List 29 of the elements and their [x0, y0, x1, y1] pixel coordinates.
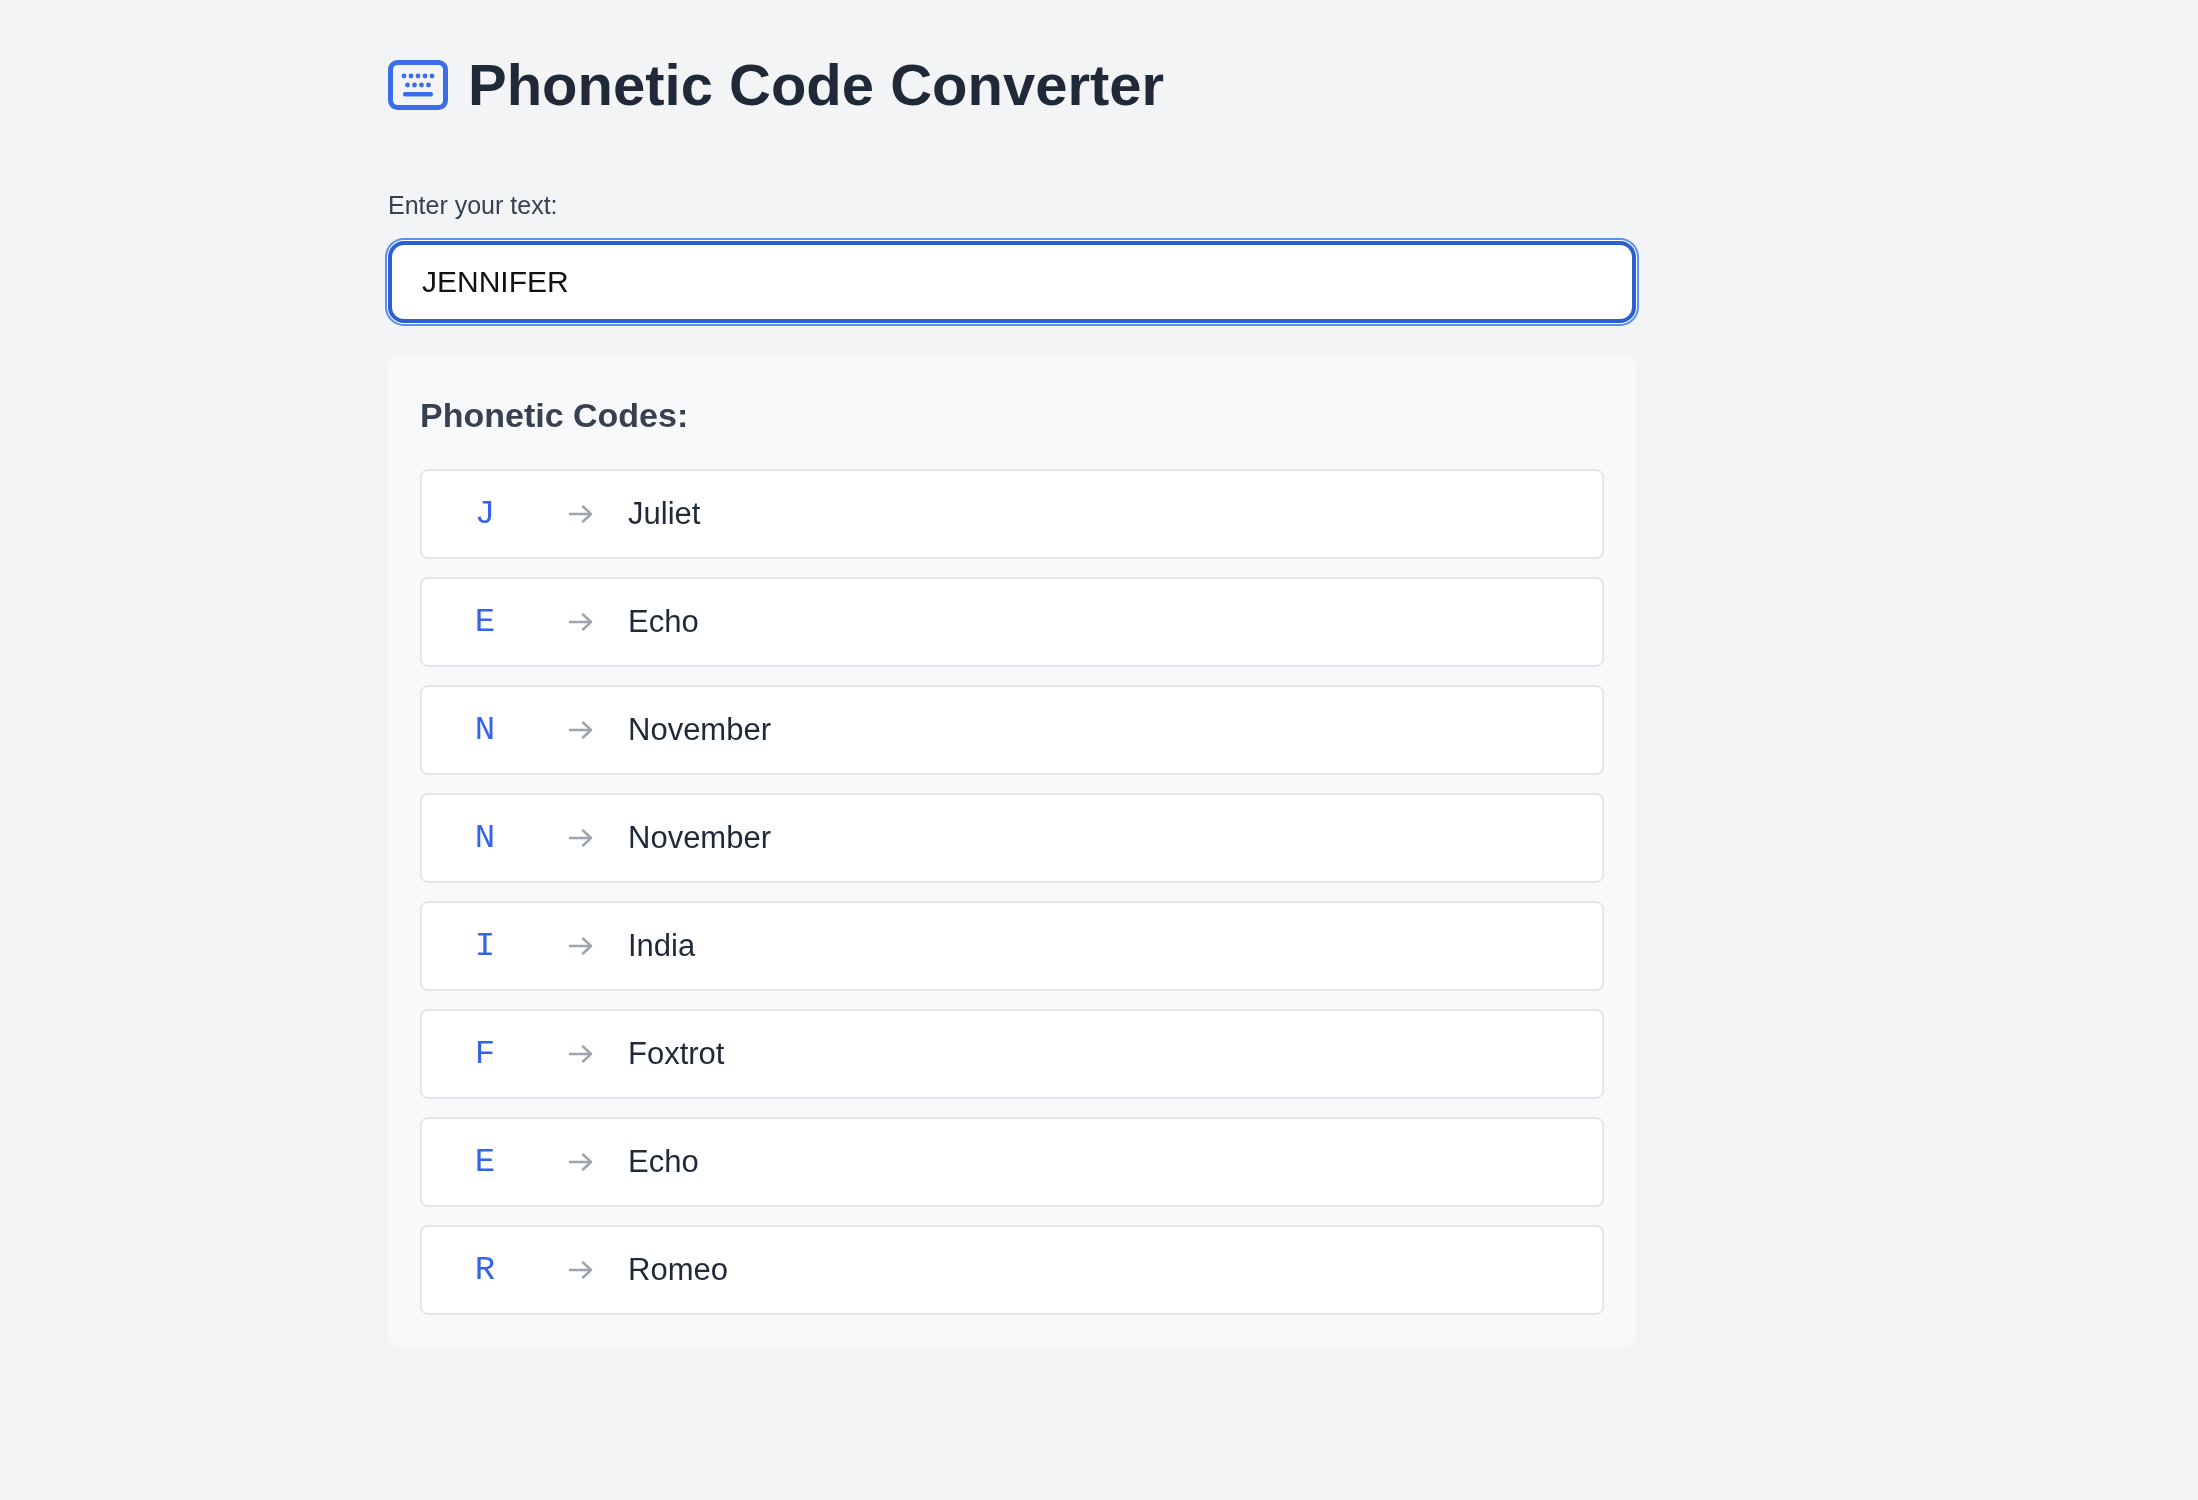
- code-word: November: [628, 819, 771, 857]
- arrow-icon: [568, 1044, 594, 1064]
- letter-text: N: [473, 710, 497, 750]
- letter-text: J: [473, 494, 497, 534]
- code-word: Juliet: [628, 495, 701, 533]
- arrow-icon: [568, 936, 594, 956]
- input-label: Enter your text:: [388, 190, 558, 221]
- text-input[interactable]: JENNIFER: [388, 241, 1636, 323]
- code-word: November: [628, 711, 771, 749]
- code-word: India: [628, 927, 696, 965]
- letter-text: R: [473, 1250, 497, 1290]
- letter-text: I: [473, 926, 497, 966]
- arrow-icon: [568, 1152, 594, 1172]
- code-word: Foxtrot: [628, 1035, 725, 1073]
- letter-text: E: [473, 602, 497, 642]
- arrow-icon: [568, 1260, 594, 1280]
- arrow-icon: [568, 612, 594, 632]
- letter-text: F: [473, 1034, 497, 1074]
- arrow-icon: [568, 828, 594, 848]
- arrow-icon: [568, 720, 594, 740]
- app-title: Phonetic Code Converter: [468, 51, 1165, 119]
- code-word: Echo: [628, 1143, 699, 1181]
- letter-text: N: [473, 818, 497, 858]
- results-heading: Phonetic Codes:: [420, 395, 689, 436]
- code-word: Echo: [628, 603, 699, 641]
- letter-text: E: [473, 1142, 497, 1182]
- keyboard-icon: [388, 60, 448, 110]
- code-word: Romeo: [628, 1251, 728, 1289]
- arrow-icon: [568, 504, 594, 524]
